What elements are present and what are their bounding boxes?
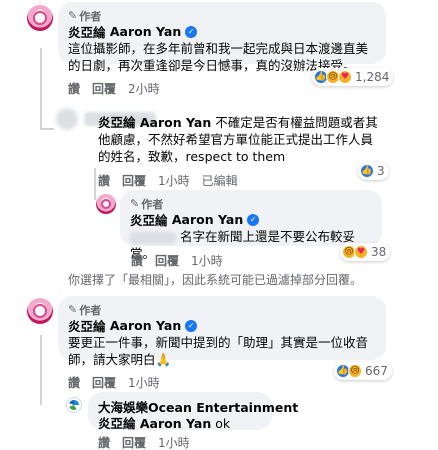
commenter-name[interactable]: 炎亞綸 Aaron Yan ✓	[68, 317, 376, 334]
thread-line	[40, 128, 54, 130]
folded-hands-emoji: 🙏	[155, 352, 172, 367]
care-reaction-icon: ♥	[354, 245, 368, 259]
comment-bubble: ✎ 作者 炎亞綸 Aaron Yan ✓ 這位攝影師，在多年前曾和我一起完成與日本渡…	[58, 2, 386, 73]
commenter-name[interactable]: 炎亞綸 Aaron Yan ✓	[68, 23, 376, 40]
reaction-summary[interactable]: 👍 😢 667	[334, 362, 392, 380]
reply-button[interactable]: 回覆	[92, 374, 116, 391]
reaction-summary[interactable]: 👍 😢 ♥ 1,284	[312, 68, 394, 86]
name-en[interactable]: Aaron Yan	[110, 318, 181, 333]
avatar[interactable]	[56, 108, 78, 130]
mention-name[interactable]: 炎亞綸 Aaron Yan	[98, 416, 211, 431]
redacted-text	[130, 231, 176, 244]
thread-line	[40, 48, 42, 130]
like-button[interactable]: 讚	[98, 434, 110, 450]
timestamp[interactable]: 1小時	[128, 374, 160, 391]
author-badge: ✎ 作者	[130, 196, 372, 211]
reply-button[interactable]: 回覆	[122, 434, 146, 450]
comment-actions: 讚 回覆 1小時	[131, 252, 235, 269]
like-button[interactable]: 讚	[98, 172, 110, 189]
reaction-count: 667	[365, 364, 388, 378]
comment-bubble: 大海娛樂Ocean Entertainment 炎亞綸 Aaron Yan ok	[88, 392, 298, 431]
comment-text: 炎亞綸 Aaron Yan 不確定是否有權益問題或者其他顧慮，不然好希望官方單位…	[94, 114, 384, 165]
reaction-summary[interactable]: 👍 3	[358, 162, 389, 180]
timestamp[interactable]: 1小時	[158, 434, 190, 450]
avatar[interactable]	[27, 298, 53, 324]
like-button[interactable]: 讚	[131, 252, 143, 269]
verified-check-icon: ✓	[185, 319, 198, 332]
comment-text: 要更正一件事，新聞中提到的「助理」其實是一位收音師，請大家明白🙏	[68, 335, 369, 367]
name-cn[interactable]: 炎亞綸	[68, 22, 106, 41]
author-badge: ✎ 作者	[68, 8, 376, 23]
pen-icon: ✎	[68, 9, 78, 22]
timestamp[interactable]: 1小時	[191, 252, 223, 269]
thread-line	[40, 335, 42, 405]
reaction-count: 1,284	[355, 70, 390, 84]
comment-text: 炎亞綸 Aaron Yan ok	[98, 416, 231, 431]
pen-icon: ✎	[68, 303, 78, 316]
filter-notice: 你選擇了「最相關」，因此系統可能已過濾掉部分回覆。	[68, 273, 363, 287]
reply-button[interactable]: 回覆	[122, 172, 146, 189]
verified-check-icon: ✓	[185, 25, 198, 38]
comment-actions: 讚 回覆 2小時	[68, 80, 172, 97]
pen-icon: ✎	[130, 197, 140, 210]
comment-actions: 讚 回覆 1小時	[68, 374, 172, 391]
comment-bubble: ✎ 作者 炎亞綸 Aaron Yan ✓ 要更正一件事，新聞中提到的「助理」其實是一…	[58, 296, 386, 367]
care-reaction-icon: ♥	[338, 70, 352, 84]
name-en[interactable]: Aaron Yan	[172, 212, 243, 227]
timestamp[interactable]: 2小時	[128, 80, 160, 97]
sad-reaction-icon: 😢	[348, 364, 362, 378]
mention-name[interactable]: 炎亞綸 Aaron Yan	[98, 115, 211, 130]
edited-label[interactable]: 已編輯	[202, 172, 238, 189]
timestamp[interactable]: 1小時	[158, 172, 190, 189]
comment-actions: 讚 回覆 1小時 已編輯	[98, 172, 250, 189]
name-cn[interactable]: 炎亞綸	[130, 210, 168, 229]
avatar[interactable]	[27, 5, 53, 31]
reaction-count: 3	[377, 164, 385, 178]
reaction-count: 38	[371, 245, 387, 259]
like-button[interactable]: 讚	[68, 374, 80, 391]
commenter-name[interactable]: 大海娛樂Ocean Entertainment	[98, 398, 298, 415]
name-en[interactable]: Aaron Yan	[110, 24, 181, 39]
avatar[interactable]	[96, 194, 116, 214]
author-badge: ✎ 作者	[68, 302, 376, 317]
avatar[interactable]	[66, 397, 82, 413]
name-cn[interactable]: 炎亞綸	[68, 316, 106, 335]
comment-bubble: ✎ 作者 炎亞綸 Aaron Yan ✓ 名字在新聞上還是不要公布較妥當。	[120, 190, 382, 261]
commenter-name[interactable]: 炎亞綸 Aaron Yan ✓	[130, 211, 372, 228]
comment-actions: 讚 回覆 1小時	[98, 434, 202, 450]
verified-check-icon: ✓	[247, 213, 260, 226]
reaction-summary[interactable]: 😢 ♥ 38	[340, 243, 391, 261]
like-button[interactable]: 讚	[68, 80, 80, 97]
comment-bubble: 炎亞綸 Aaron Yan 不確定是否有權益問題或者其他顧慮，不然好希望官方單位…	[84, 114, 394, 170]
thread-line	[94, 168, 96, 200]
like-reaction-icon: 👍	[360, 164, 374, 178]
reply-button[interactable]: 回覆	[92, 80, 116, 97]
reply-button[interactable]: 回覆	[155, 252, 179, 269]
